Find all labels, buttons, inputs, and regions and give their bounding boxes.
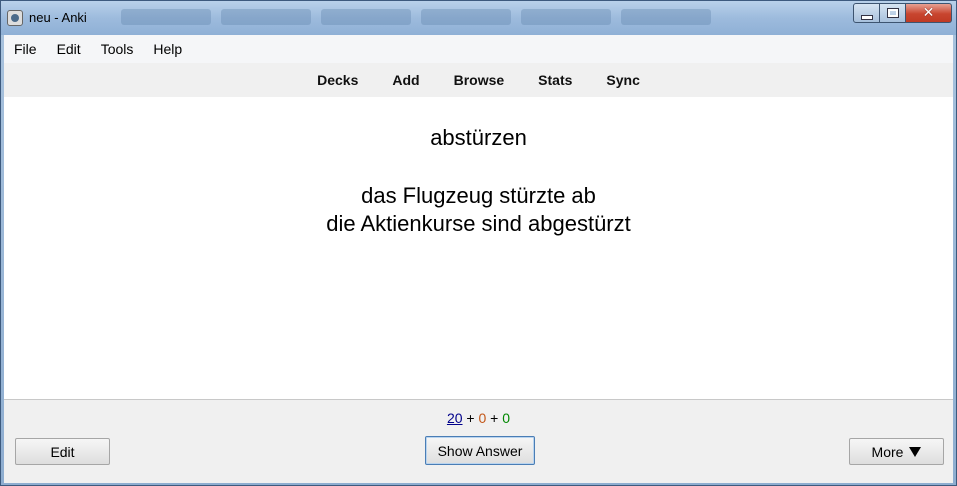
- top-toolbar: Decks Add Browse Stats Sync: [4, 63, 953, 97]
- card-example-line-1: das Flugzeug stürzte ab: [361, 183, 596, 208]
- card-front-text: abstürzen: [430, 125, 527, 150]
- card-example-line-2: die Aktienkurse sind abgestürzt: [326, 211, 631, 236]
- count-separator: +: [466, 410, 475, 426]
- show-answer-button[interactable]: Show Answer: [425, 436, 535, 465]
- review-count: 0: [502, 410, 511, 426]
- anki-window: neu - Anki ✕ File Edit Tools Help Decks …: [0, 0, 957, 486]
- due-counts: 20 + 0 + 0: [4, 410, 953, 426]
- toolbar-add-link[interactable]: Add: [392, 72, 419, 88]
- card-display: abstürzen das Flugzeug stürzte ab die Ak…: [4, 97, 953, 400]
- window-controls: ✕: [853, 3, 952, 23]
- menu-bar: File Edit Tools Help: [4, 35, 953, 63]
- menu-help[interactable]: Help: [143, 41, 192, 57]
- more-button-label: More: [871, 443, 904, 460]
- anki-icon[interactable]: [7, 10, 23, 26]
- learning-count: 0: [478, 410, 487, 426]
- ghost-tab: [621, 9, 711, 25]
- menu-tools[interactable]: Tools: [91, 41, 144, 57]
- background-taskbar-ghost: [121, 9, 816, 27]
- minimize-icon: [860, 14, 873, 20]
- edit-button-label: Edit: [50, 443, 75, 460]
- ghost-tab: [521, 9, 611, 25]
- window-title: neu - Anki: [29, 10, 87, 25]
- show-answer-label: Show Answer: [437, 442, 523, 459]
- edit-button[interactable]: Edit: [15, 438, 110, 465]
- maximize-button[interactable]: [880, 3, 906, 23]
- review-bottom-bar: 20 + 0 + 0 Edit Show Answer More: [4, 400, 953, 483]
- ghost-tab: [221, 9, 311, 25]
- menu-edit[interactable]: Edit: [47, 41, 91, 57]
- close-icon: ✕: [922, 5, 935, 21]
- toolbar-decks-link[interactable]: Decks: [317, 72, 358, 88]
- menu-file[interactable]: File: [4, 41, 47, 57]
- toolbar-stats-link[interactable]: Stats: [538, 72, 572, 88]
- main-client-area: File Edit Tools Help Decks Add Browse St…: [4, 35, 953, 483]
- toolbar-browse-link[interactable]: Browse: [454, 72, 505, 88]
- maximize-icon: [886, 8, 899, 18]
- ghost-tab: [321, 9, 411, 25]
- new-count[interactable]: 20: [447, 410, 463, 426]
- toolbar-sync-link[interactable]: Sync: [606, 72, 639, 88]
- close-button[interactable]: ✕: [906, 3, 952, 23]
- more-button[interactable]: More: [849, 438, 944, 465]
- count-separator: +: [490, 410, 499, 426]
- minimize-button[interactable]: [853, 3, 880, 23]
- ghost-tab: [121, 9, 211, 25]
- triangle-down-icon: [909, 446, 922, 457]
- ghost-tab: [421, 9, 511, 25]
- title-bar[interactable]: neu - Anki ✕: [1, 1, 956, 35]
